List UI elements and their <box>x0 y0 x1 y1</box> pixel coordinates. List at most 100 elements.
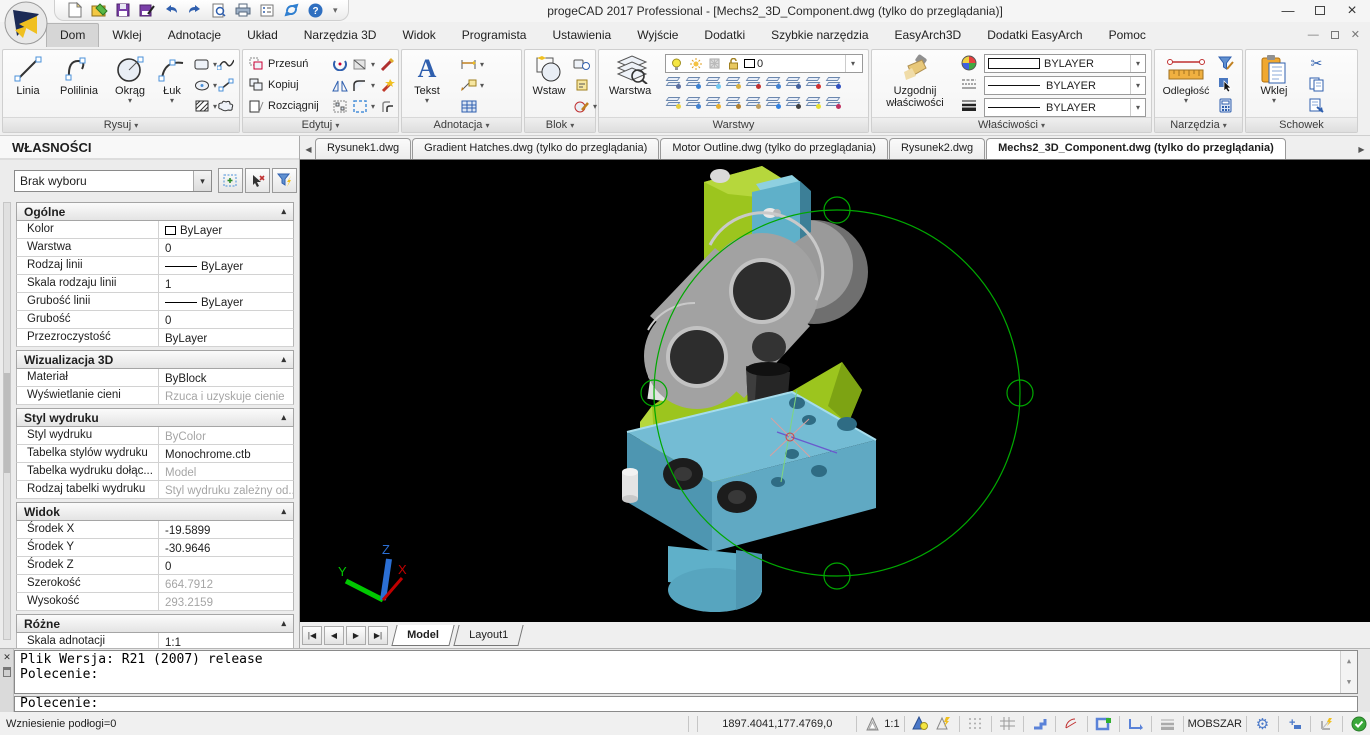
tab-szybkie-narzedzia[interactable]: Szybkie narzędzia <box>758 23 881 46</box>
property-value[interactable]: ByLayer <box>159 329 293 346</box>
property-value[interactable]: 0 <box>159 239 293 256</box>
doc-tabs-scroll-left-icon[interactable]: ◀ <box>302 139 315 159</box>
combo-arrow-icon[interactable]: ▾ <box>1130 55 1145 72</box>
command-close-icon[interactable]: ✕ <box>1 651 13 663</box>
doc-tab-gradient-hatches[interactable]: Gradient Hatches.dwg (tylko do przegląda… <box>412 138 660 159</box>
add-selected-icon[interactable]: + <box>1283 714 1306 734</box>
annotation-scale-value[interactable]: 1:1 <box>884 718 899 730</box>
insert-block-button[interactable]: Wstaw <box>527 52 571 118</box>
layer-unlock-button[interactable] <box>725 96 741 109</box>
array-button[interactable] <box>331 98 348 114</box>
group-label-edytuj[interactable]: Edytuj ▾ <box>243 117 398 132</box>
mdi-restore-button[interactable] <box>1330 30 1339 39</box>
table-button[interactable] <box>460 98 477 114</box>
distance-button[interactable]: Odległość ▾ <box>1157 52 1215 118</box>
mdi-minimize-button[interactable]: — <box>1308 29 1319 41</box>
doc-tab-rysunek2[interactable]: Rysunek2.dwg <box>888 138 986 159</box>
polyline-button[interactable]: Polilinia <box>51 52 107 118</box>
command-input[interactable]: Polecenie: <box>14 696 1358 712</box>
make-block-button[interactable] <box>573 56 590 72</box>
offset-button[interactable] <box>379 98 396 114</box>
attributes-button[interactable] <box>573 77 590 93</box>
layer-restore-button[interactable] <box>825 96 841 109</box>
property-value[interactable]: 0 <box>159 557 293 574</box>
save-icon[interactable] <box>113 2 133 19</box>
undo-icon[interactable] <box>161 2 181 19</box>
section-wizualizacja-3d[interactable]: Wizualizacja 3D ▴ <box>16 350 294 369</box>
section-rozne[interactable]: Różne ▴ <box>16 614 294 633</box>
tab-uklad[interactable]: Układ <box>234 23 291 46</box>
dropdown-arrow-icon[interactable]: ▾ <box>425 97 429 105</box>
property-value[interactable]: -19.5899 <box>159 521 293 538</box>
tab-dodatki-easyarch[interactable]: Dodatki EasyArch <box>974 23 1095 46</box>
color-wheel-button[interactable] <box>960 55 977 71</box>
quick-select-button[interactable] <box>1217 55 1234 71</box>
doc-tabs-scroll-right-icon[interactable]: ▶ <box>1355 139 1368 159</box>
prev-tab-button[interactable]: ◀ <box>324 625 344 645</box>
model-tab[interactable]: Model <box>391 624 455 646</box>
options-icon[interactable] <box>257 2 277 19</box>
tab-easyarch3d[interactable]: EasyArch3D <box>882 23 975 46</box>
esnap-toggle-icon[interactable] <box>1092 714 1115 734</box>
etrack-toggle-icon[interactable] <box>1124 714 1147 734</box>
section-ogolne[interactable]: Ogólne ▴ <box>16 202 294 221</box>
tab-ustawienia[interactable]: Ustawienia <box>539 23 624 46</box>
doc-tab-rysunek1[interactable]: Rysunek1.dwg <box>315 138 412 159</box>
section-widok[interactable]: Widok ▴ <box>16 502 294 521</box>
group-label-warstwy[interactable]: Warstwy <box>599 117 868 132</box>
new-file-icon[interactable] <box>65 2 85 19</box>
layer-lock-icon[interactable] <box>725 56 742 72</box>
layer-select-combo[interactable]: 0 ▾ <box>665 54 863 73</box>
layer-thaw-button[interactable] <box>705 96 721 109</box>
snap-toggle-icon[interactable] <box>964 714 987 734</box>
revision-cloud-button[interactable] <box>217 98 234 114</box>
layer-merge-button[interactable] <box>785 96 801 109</box>
layer-freeze-button[interactable] <box>705 76 721 89</box>
selection-combo-arrow[interactable]: ▾ <box>193 171 211 191</box>
match-properties-button[interactable]: Uzgodnij właściwości <box>874 52 956 118</box>
property-value[interactable]: ByLayer <box>159 293 293 310</box>
arc-button[interactable]: Łuk ▾ <box>153 52 191 118</box>
hatch-tool-button[interactable]: ▾ <box>193 98 217 114</box>
group-label-adnotacja[interactable]: Adnotacja ▾ <box>402 117 521 132</box>
layer-combo-arrow[interactable]: ▾ <box>845 55 860 72</box>
property-value[interactable]: Monochrome.ctb <box>159 445 293 462</box>
spline-tool-button[interactable] <box>217 56 234 72</box>
pin-icon[interactable] <box>3 667 11 677</box>
paste-button[interactable]: Wklej ▾ <box>1250 52 1298 118</box>
group-label-schowek[interactable]: Schowek <box>1246 117 1357 132</box>
command-history-scrollbar[interactable]: ▲ ▼ <box>1340 651 1357 693</box>
selection-filter-combo[interactable]: Brak wyboru ▾ <box>14 170 212 192</box>
trim-button[interactable]: ▾ <box>351 56 375 72</box>
select-cursor-button[interactable] <box>1217 76 1234 92</box>
quick-select-palette-button[interactable] <box>272 168 297 193</box>
calculator-button[interactable] <box>1217 97 1234 113</box>
app-logo-icon[interactable] <box>3 0 50 46</box>
lineweight-list-button[interactable] <box>960 97 977 113</box>
dropdown-arrow-icon[interactable]: ▾ <box>128 97 132 105</box>
layer-on-bulb-icon[interactable] <box>668 56 685 72</box>
group-label-blok[interactable]: Blok ▾ <box>525 117 595 132</box>
annotation-visibility-icon[interactable] <box>909 714 932 734</box>
layer-unisolate-button[interactable] <box>685 96 701 109</box>
tab-adnotacje[interactable]: Adnotacje <box>155 23 234 46</box>
cut-button[interactable]: ✂ <box>1308 55 1325 71</box>
annotation-scale-icon[interactable] <box>861 714 884 734</box>
properties-scrollbar-thumb[interactable] <box>4 373 10 473</box>
mobszar-toggle[interactable]: MOBSZAR <box>1188 718 1242 730</box>
edit-block-button[interactable]: ▾ <box>573 98 597 114</box>
scroll-down-icon[interactable]: ▼ <box>1347 675 1351 690</box>
copy-clip-button[interactable] <box>1308 76 1325 92</box>
open-file-icon[interactable] <box>89 2 109 19</box>
layer-isolate-button[interactable] <box>685 76 701 89</box>
linetype-combo[interactable]: BYLAYER ▾ <box>984 76 1146 95</box>
ellipse-tool-button[interactable]: ▾ <box>193 77 217 93</box>
property-value[interactable]: ByBlock <box>159 369 293 386</box>
next-tab-button[interactable]: ▶ <box>346 625 366 645</box>
mirror-button[interactable] <box>331 77 348 93</box>
tab-dodatki[interactable]: Dodatki <box>691 23 758 46</box>
property-value[interactable]: 0 <box>159 311 293 328</box>
tab-dom[interactable]: Dom <box>46 23 100 47</box>
section-styl-wydruku[interactable]: Styl wydruku ▴ <box>16 408 294 427</box>
maximize-button[interactable] <box>1304 0 1336 21</box>
